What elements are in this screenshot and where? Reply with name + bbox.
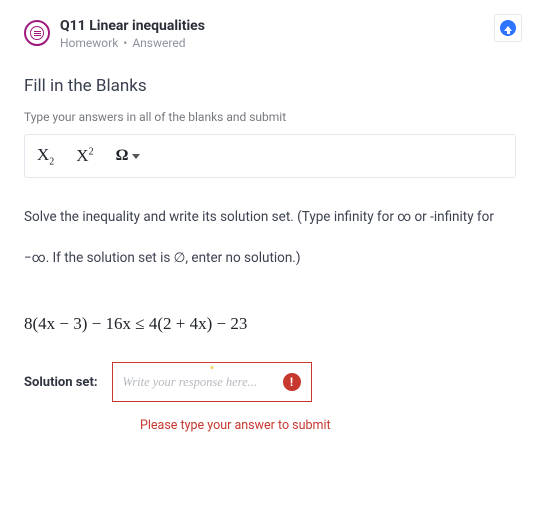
alert-icon: ! [283, 373, 301, 391]
subscript-value: 2 [49, 156, 54, 167]
instruction-text: Type your answers in all of the blanks a… [24, 110, 516, 124]
section-title: Fill in the Blanks [24, 76, 516, 96]
question-meta: Homework • Answered [60, 36, 516, 50]
subscript-x: X [37, 145, 49, 164]
superscript-button[interactable]: X2 [76, 146, 93, 166]
answer-row: Solution set: Write your response here..… [24, 362, 516, 402]
prompt-line-1: Solve the inequality and write its solut… [24, 206, 516, 229]
math-toolbar: X2 X2 Ω [24, 134, 516, 178]
question-type: Homework [60, 36, 118, 50]
chat-bubble-icon [24, 20, 50, 46]
separator-dot: • [123, 36, 127, 50]
answer-placeholder: Write your response here... [123, 375, 275, 390]
equation-text: 8(4x − 3) − 16x ≤ 4(2 + 4x) − 23 [24, 314, 516, 334]
superscript-x: X [76, 146, 88, 165]
answer-label: Solution set: [24, 375, 98, 390]
superscript-value: 2 [89, 147, 94, 158]
title-block: Q11 Linear inequalities Homework • Answe… [60, 18, 516, 50]
answer-input[interactable]: Write your response here... ! [112, 362, 312, 402]
question-header: Q11 Linear inequalities Homework • Answe… [24, 18, 516, 50]
arrow-up-icon [500, 20, 516, 36]
question-container: Q11 Linear inequalities Homework • Answe… [0, 0, 540, 463]
question-status: Answered [132, 36, 185, 50]
scroll-top-button[interactable] [494, 14, 522, 42]
chevron-down-icon [132, 154, 140, 159]
error-message: Please type your answer to submit [140, 418, 516, 433]
omega-icon: Ω [116, 147, 129, 165]
question-title: Q11 Linear inequalities [60, 18, 516, 34]
prompt-line-2: −∞. If the solution set is ∅, enter no s… [24, 247, 516, 270]
special-char-button[interactable]: Ω [116, 147, 141, 165]
cursor-dot-icon [210, 366, 213, 369]
question-prompt: Solve the inequality and write its solut… [24, 206, 516, 270]
subscript-button[interactable]: X2 [37, 145, 54, 167]
